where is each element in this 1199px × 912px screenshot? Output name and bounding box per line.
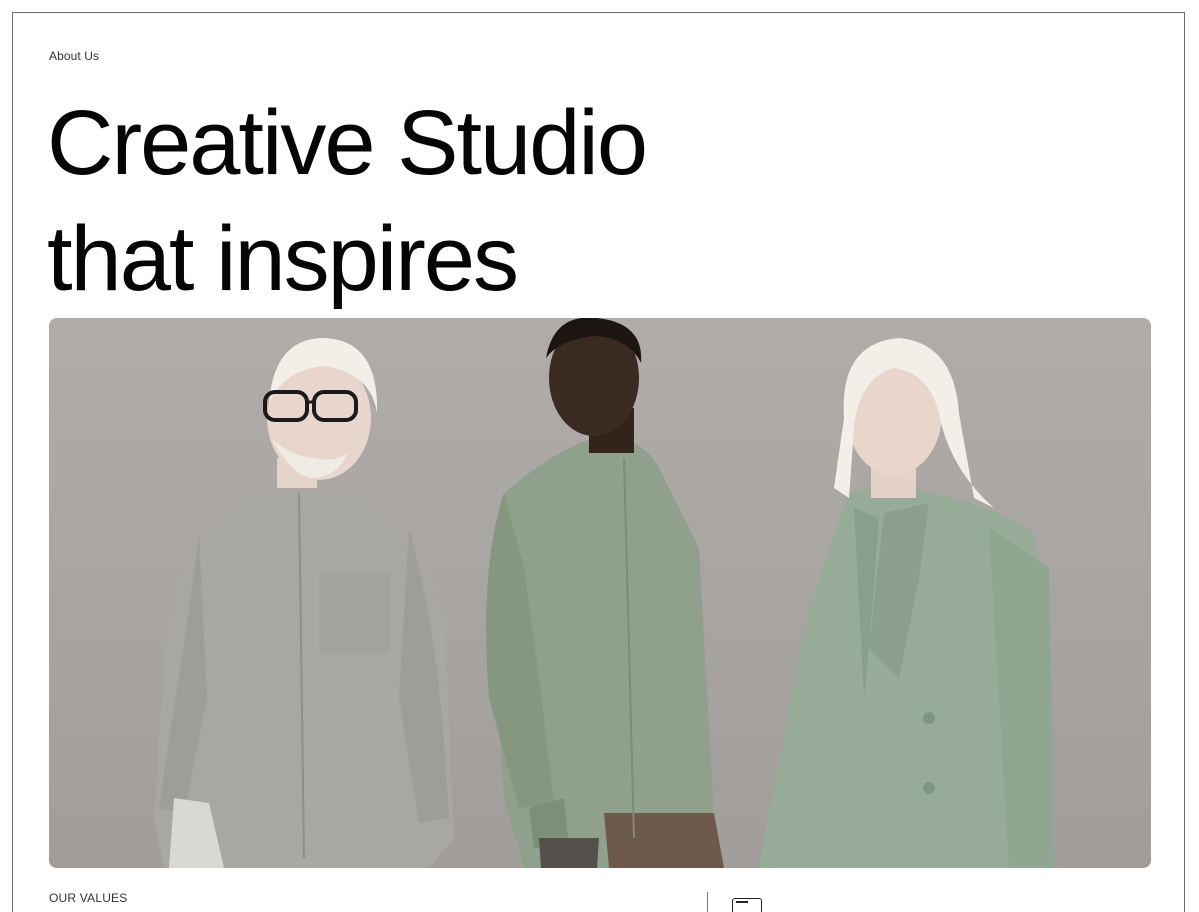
title-line-1: Creative Studio (47, 92, 648, 194)
values-label: OUR VALUES (49, 891, 128, 905)
section-eyebrow: About Us (49, 49, 100, 63)
page-title: Creative Studio that inspires (47, 85, 648, 317)
team-photo-illustration (49, 318, 1151, 868)
card-icon (732, 898, 762, 912)
title-line-2: that inspires (47, 208, 519, 310)
section-divider (707, 892, 708, 912)
hero-image (49, 318, 1151, 868)
page-frame: About Us Creative Studio that inspires O… (12, 12, 1185, 912)
